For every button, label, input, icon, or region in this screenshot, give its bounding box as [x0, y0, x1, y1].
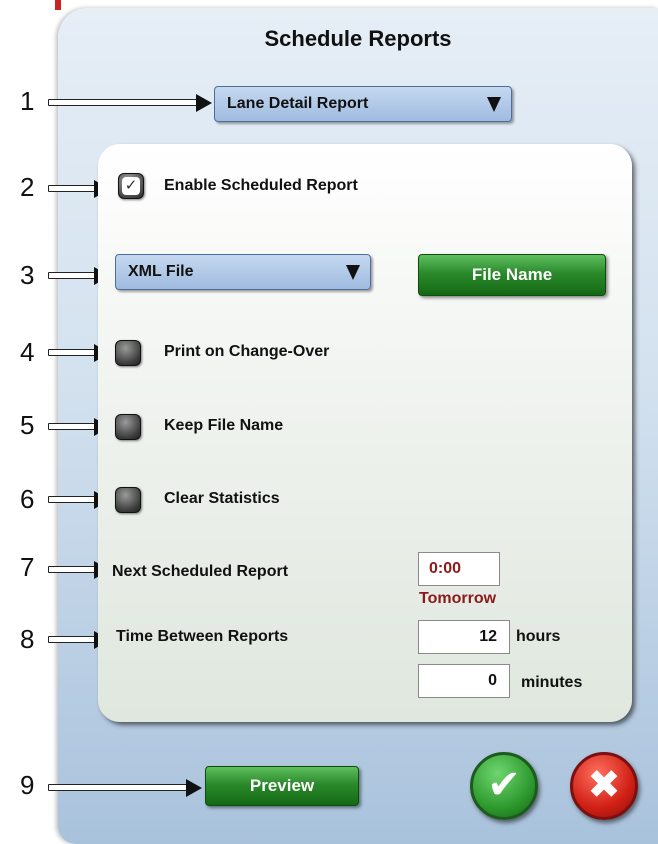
dropdown-arrow-icon: [487, 97, 501, 112]
arrow-9: [48, 779, 202, 797]
keep-file-name-checkbox[interactable]: [115, 414, 141, 440]
next-scheduled-time: 0:00: [418, 552, 500, 586]
hours-input[interactable]: 12: [418, 620, 510, 654]
annotation-1: 1: [20, 86, 35, 116]
clear-statistics-label: Clear Statistics: [164, 490, 280, 507]
preview-button[interactable]: Preview: [205, 766, 359, 806]
clear-statistics-checkbox[interactable]: [115, 487, 141, 513]
hours-unit-label: hours: [516, 628, 561, 645]
annotation-8: 8: [20, 624, 35, 654]
enable-scheduled-checkbox[interactable]: ✓: [118, 173, 144, 199]
next-scheduled-label: Next Scheduled Report: [112, 563, 289, 580]
annotation-2: 2: [20, 172, 35, 202]
print-on-changeover-checkbox[interactable]: [115, 340, 141, 366]
arrow-1: [48, 94, 212, 112]
x-icon: ✖: [587, 763, 621, 807]
window-edge-mark: [55, 0, 61, 10]
time-between-label: Time Between Reports: [116, 628, 289, 645]
file-type-dropdown[interactable]: XML File: [115, 254, 371, 290]
annotation-9: 9: [20, 770, 35, 800]
annotation-6: 6: [20, 484, 35, 514]
file-name-button[interactable]: File Name: [418, 254, 606, 296]
annotation-3: 3: [20, 260, 35, 290]
file-type-value: XML File: [128, 263, 194, 280]
checkmark-icon: ✓: [122, 177, 140, 195]
annotation-5: 5: [20, 410, 35, 440]
minutes-unit-label: minutes: [521, 674, 583, 691]
keep-file-name-label: Keep File Name: [164, 417, 284, 434]
report-type-dropdown[interactable]: Lane Detail Report: [214, 86, 512, 122]
enable-scheduled-label: Enable Scheduled Report: [164, 177, 358, 194]
dialog-title: Schedule Reports: [264, 26, 452, 51]
next-scheduled-day: Tomorrow: [419, 590, 497, 607]
print-on-changeover-label: Print on Change-Over: [164, 343, 330, 360]
minutes-input[interactable]: 0: [418, 664, 510, 698]
annotation-4: 4: [20, 337, 35, 367]
annotation-7: 7: [20, 552, 35, 582]
check-icon: ✔: [487, 763, 521, 807]
report-type-value: Lane Detail Report: [227, 95, 369, 112]
dropdown-arrow-icon: [346, 265, 360, 280]
cancel-button[interactable]: ✖: [570, 752, 638, 820]
ok-button[interactable]: ✔: [470, 752, 538, 820]
